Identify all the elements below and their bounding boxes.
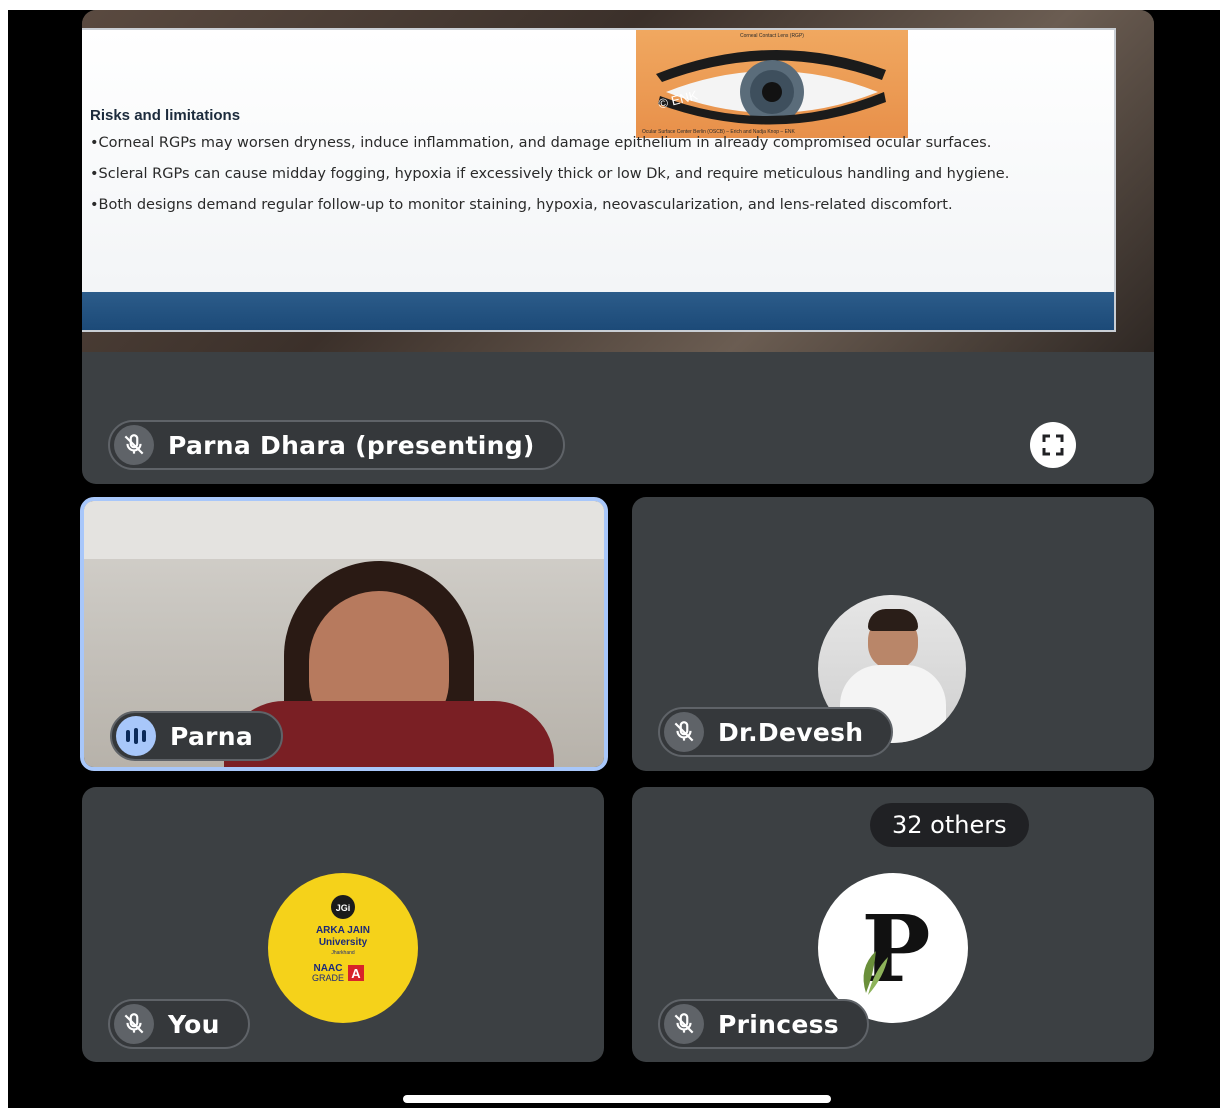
slide-bullets: •Corneal RGPs may worsen dryness, induce…: [90, 134, 1050, 227]
fullscreen-button[interactable]: [1030, 422, 1076, 468]
svg-text:University: University: [319, 937, 368, 948]
presentation-tile[interactable]: Corneal Contact Lens (RGP) © ENK Ocular …: [82, 10, 1154, 484]
eye-illustration: [656, 49, 886, 125]
svg-text:JGi: JGi: [336, 903, 351, 913]
mic-off-icon: [114, 425, 154, 465]
slide-bullet: •Scleral RGPs can cause midday fogging, …: [90, 166, 1010, 182]
participant-tile-you[interactable]: JGi ARKA JAIN University Jharkhand NAAC …: [82, 787, 604, 1062]
participant-tile-others[interactable]: 32 others P Princess: [632, 787, 1154, 1062]
mic-off-icon: [114, 1004, 154, 1044]
audio-level-icon: [116, 716, 156, 756]
svg-text:Jharkhand: Jharkhand: [331, 950, 355, 956]
slide-image-eye-lens: Corneal Contact Lens (RGP) © ENK Ocular …: [636, 30, 908, 138]
participant-tile-devesh[interactable]: Dr.Devesh: [632, 497, 1154, 771]
svg-text:GRADE: GRADE: [312, 973, 344, 983]
participant-name: Dr.Devesh: [718, 717, 864, 747]
slide-heading: Risks and limitations: [90, 107, 241, 124]
participant-name: Princess: [718, 1009, 839, 1039]
svg-text:A: A: [351, 966, 361, 981]
slide: Corneal Contact Lens (RGP) © ENK Ocular …: [82, 30, 1114, 330]
participant-name-pill: Dr.Devesh: [658, 707, 894, 757]
background-window: [84, 501, 604, 559]
mic-off-icon: [664, 712, 704, 752]
slide-footer-band: [82, 292, 1114, 330]
home-indicator[interactable]: [403, 1095, 831, 1103]
participant-tile-parna[interactable]: Parna: [80, 497, 608, 771]
avatar-arka-jain-logo: JGi ARKA JAIN University Jharkhand NAAC …: [268, 873, 418, 1023]
university-logo: JGi ARKA JAIN University Jharkhand NAAC …: [312, 895, 370, 983]
slide-bullet: •Both designs demand regular follow-up t…: [90, 197, 953, 213]
meeting-screen: Corneal Contact Lens (RGP) © ENK Ocular …: [8, 10, 1220, 1108]
others-count-badge[interactable]: 32 others: [870, 803, 1029, 847]
mic-off-icon: [664, 1004, 704, 1044]
presenter-name-pill: Parna Dhara (presenting): [108, 420, 565, 470]
participant-name-pill: You: [108, 999, 250, 1049]
participant-name-pill: Princess: [658, 999, 869, 1049]
slide-bullet: •Corneal RGPs may worsen dryness, induce…: [90, 135, 992, 151]
participant-name: You: [168, 1009, 220, 1039]
presenter-name: Parna Dhara (presenting): [168, 430, 535, 460]
participant-name-pill: Parna: [110, 711, 284, 761]
svg-text:ARKA JAIN: ARKA JAIN: [316, 925, 370, 936]
shared-screen: Corneal Contact Lens (RGP) © ENK Ocular …: [82, 10, 1154, 352]
participant-name: Parna: [170, 721, 254, 751]
fullscreen-icon: [1042, 434, 1064, 456]
